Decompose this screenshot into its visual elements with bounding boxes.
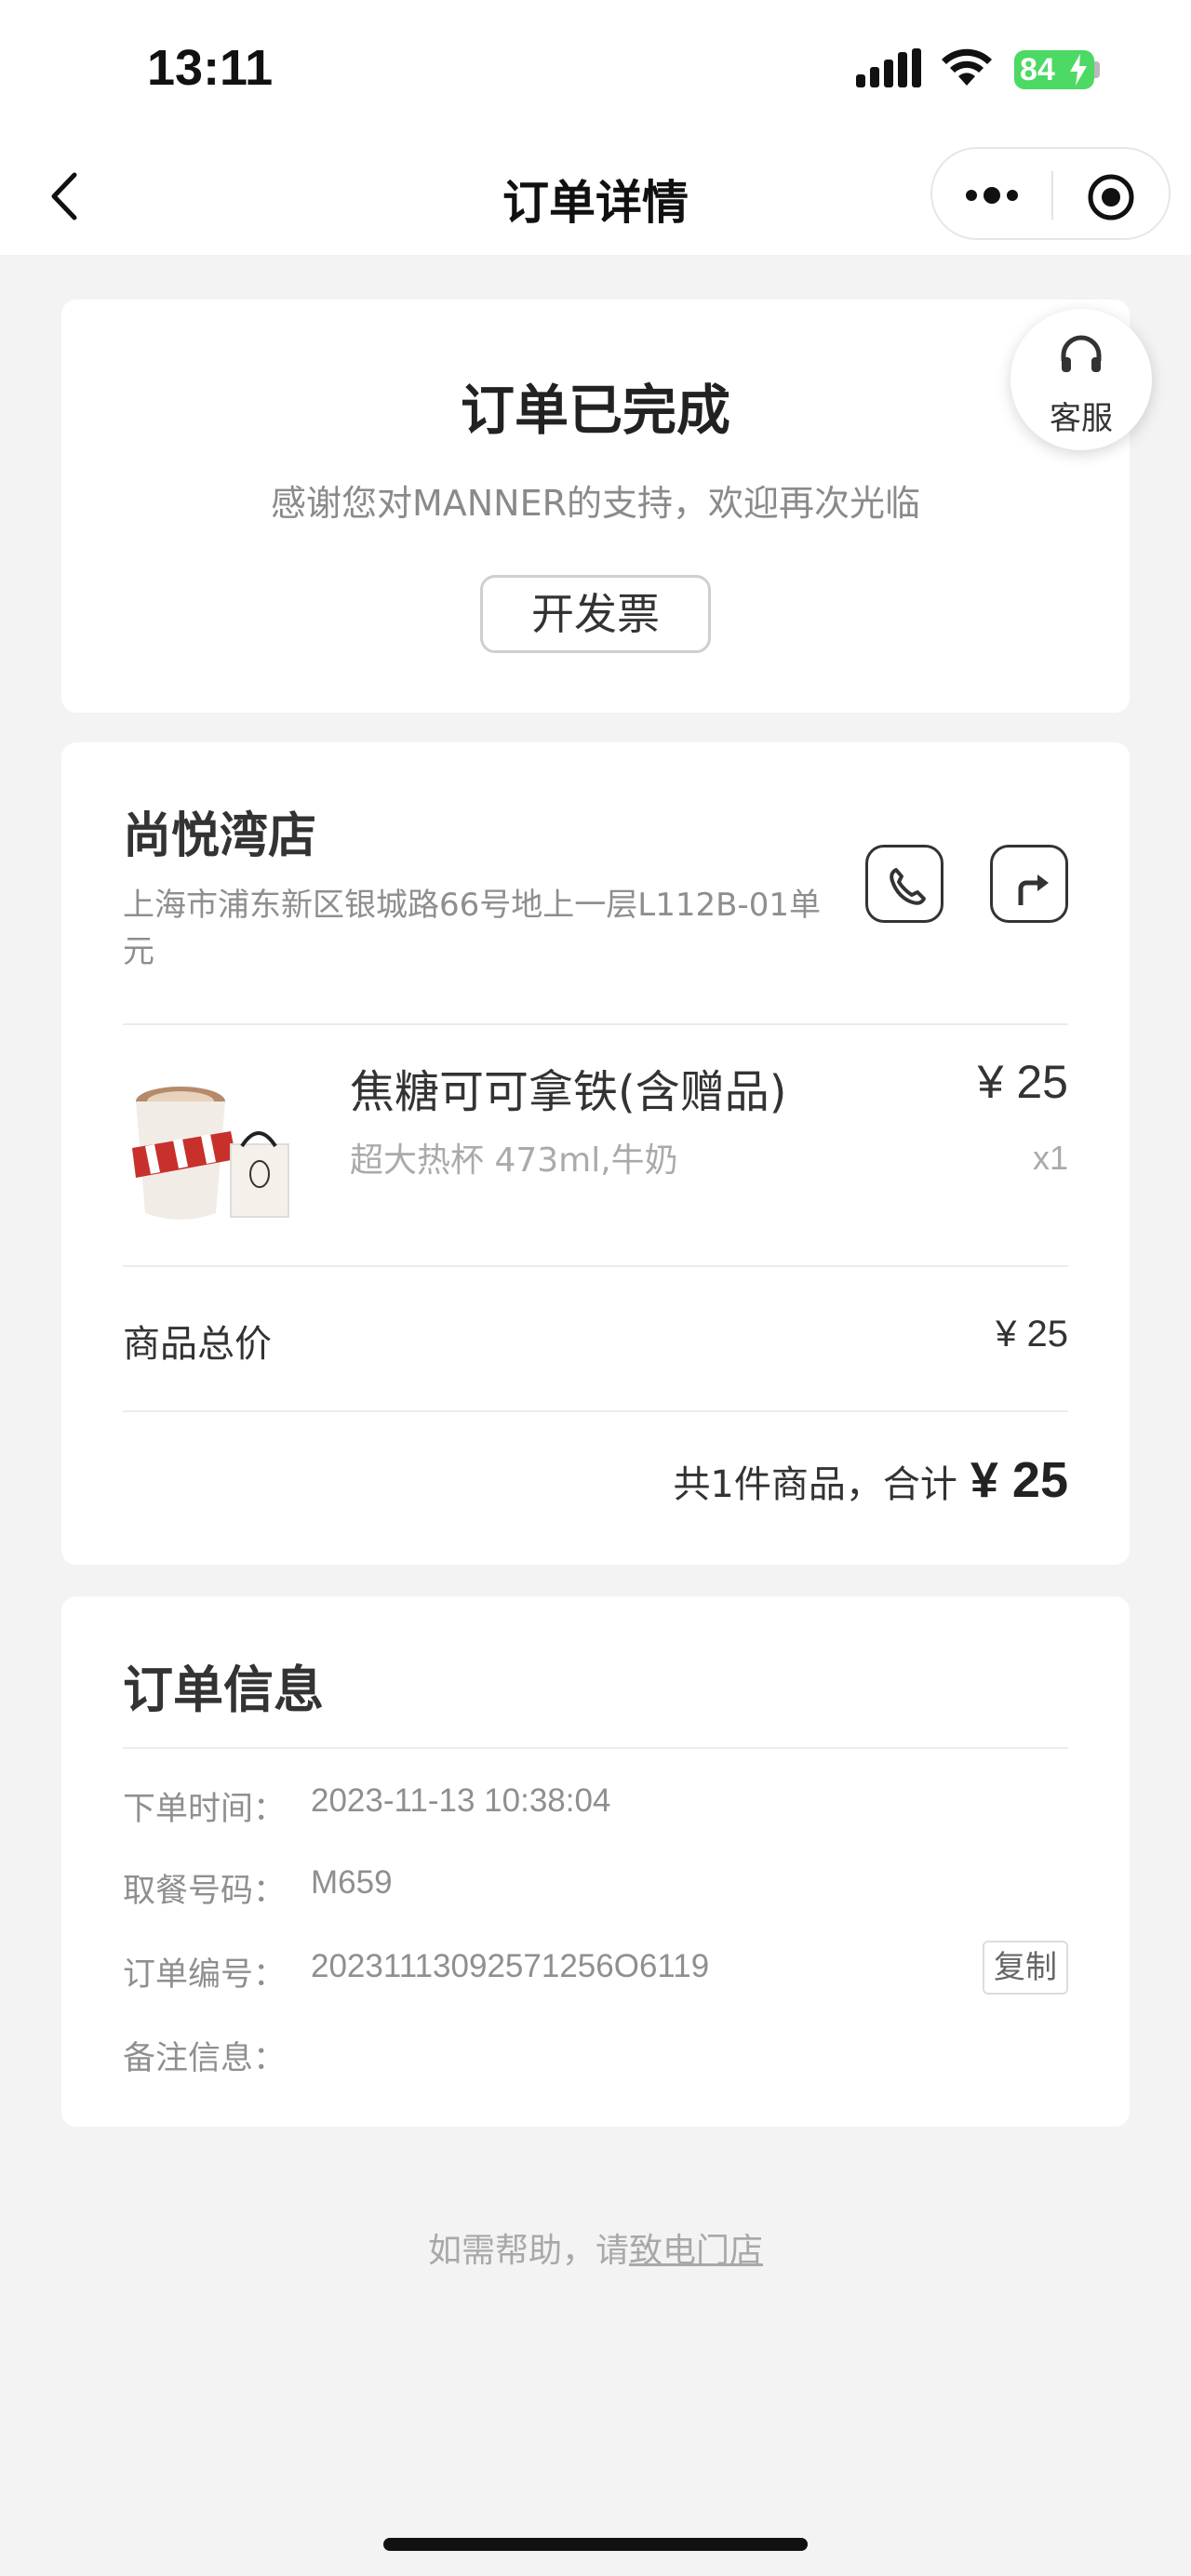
info-label: 备注信息： [123, 2040, 287, 2077]
status-bar: 13:11 84 [0, 0, 1191, 140]
divider [123, 1410, 1068, 1412]
store-name: 尚悦湾店 [123, 808, 317, 864]
help-text: 如需帮助，请致电门店 [0, 2223, 1191, 2272]
more-icon[interactable] [964, 179, 1020, 212]
info-label: 订单编号： [123, 1956, 287, 1994]
info-value: 2023-11-13 10:38:04 [311, 1782, 611, 1819]
copy-order-number-button[interactable]: 复制 [983, 1941, 1068, 1995]
order-details-card: 尚悦湾店 上海市浦东新区银城路66号地上一层L112B-01单元 焦糖可可拿铁(… [61, 742, 1130, 1565]
order-info-title: 订单信息 [123, 1661, 324, 1719]
call-store-link[interactable]: 致电门店 [629, 2232, 763, 2270]
info-value: M659 [311, 1864, 393, 1901]
customer-service-button[interactable]: 客服 [1010, 309, 1152, 450]
home-indicator [383, 2538, 808, 2551]
status-time: 13:11 [147, 40, 274, 96]
nav-bar: 订单详情 [0, 140, 1191, 255]
navigation-icon [1018, 874, 1049, 905]
info-label: 取餐号码： [123, 1873, 287, 1910]
store-address: 上海市浦东新区银城路66号地上一层L112B-01单元 [123, 887, 821, 970]
total-value: ¥ 25 [970, 1452, 1068, 1508]
order-status-subtitle: 感谢您对MANNER的支持，欢迎再次光临 [270, 483, 921, 524]
headset-icon [1061, 335, 1102, 372]
divider [123, 1023, 1068, 1025]
signal-icon [856, 48, 921, 87]
total-label: 共1件商品，合计 [673, 1463, 957, 1506]
order-status-title: 订单已完成 [460, 379, 730, 442]
info-label: 下单时间： [123, 1791, 287, 1828]
product-price: ¥ 25 [977, 1056, 1068, 1108]
mini-program-capsule [930, 147, 1171, 240]
phone-icon [890, 868, 926, 905]
charging-bolt-icon [1070, 54, 1087, 86]
divider [123, 1747, 1068, 1749]
product-quantity: x1 [1032, 1139, 1068, 1177]
order-status-card: 订单已完成 感谢您对MANNER的支持，欢迎再次光临 开发票 [61, 300, 1130, 713]
subtotal-label: 商品总价 [123, 1323, 272, 1366]
call-store-button[interactable] [865, 845, 943, 923]
customer-service-label: 客服 [1050, 400, 1113, 437]
product-spec: 超大热杯 473ml,牛奶 [350, 1141, 678, 1180]
navigate-store-button[interactable] [990, 845, 1068, 923]
product-image [132, 1087, 289, 1220]
close-target-icon[interactable] [1087, 173, 1135, 221]
capsule-divider [1051, 171, 1053, 220]
help-prefix: 如需帮助，请 [427, 2232, 629, 2270]
order-total-row: 共1件商品，合计 ¥ 25 [673, 1451, 1068, 1509]
issue-invoice-button[interactable]: 开发票 [480, 575, 711, 653]
subtotal-value: ¥ 25 [996, 1314, 1068, 1355]
wifi-icon [942, 48, 992, 86]
battery-tip [1094, 61, 1100, 78]
order-info-card: 订单信息 下单时间： 2023-11-13 10:38:04 取餐号码： M65… [61, 1596, 1130, 2127]
product-name: 焦糖可可拿铁(含赠品) [350, 1066, 787, 1118]
info-value: 20231113092571256O6119 [311, 1948, 710, 1984]
divider [123, 1265, 1068, 1267]
